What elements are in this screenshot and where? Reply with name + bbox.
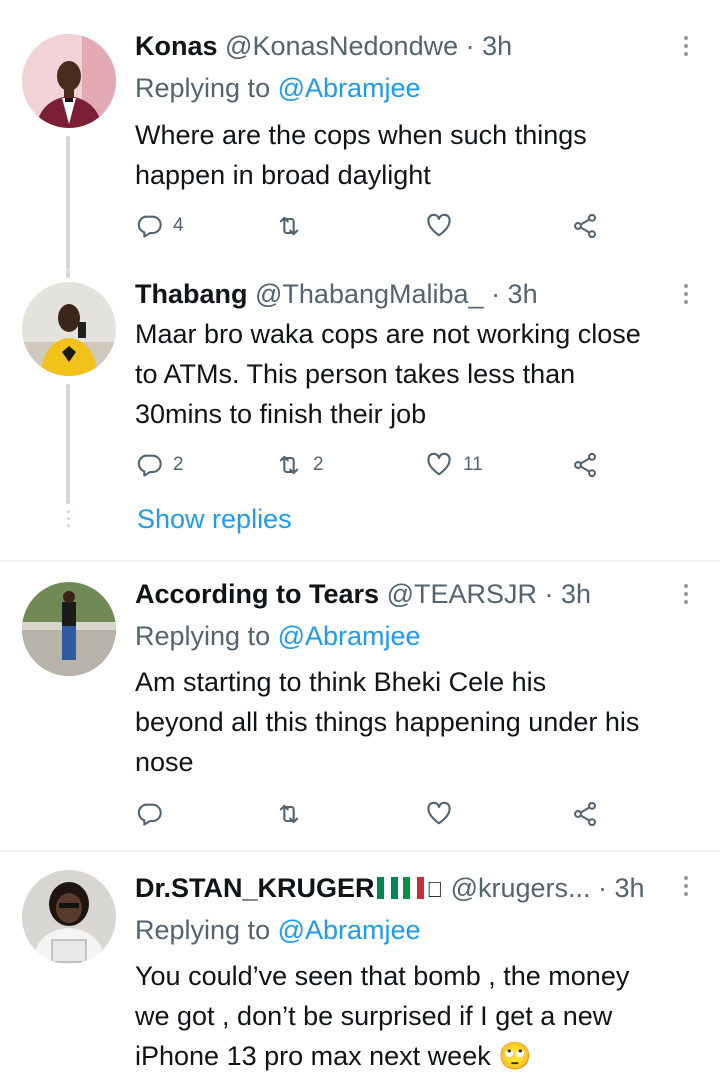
more-icon[interactable] xyxy=(676,284,696,308)
thread-dots xyxy=(67,510,70,531)
display-name[interactable]: Thabang xyxy=(135,279,248,309)
tweet-text-line: iPhone 13 pro max next week xyxy=(135,1041,491,1071)
retweet-button[interactable]: 2 xyxy=(275,445,324,485)
display-name[interactable]: Konas xyxy=(135,31,218,61)
replying-to: Replying to @Abramjee xyxy=(135,914,421,946)
share-button[interactable] xyxy=(571,206,599,246)
replying-to-label: Replying to xyxy=(135,73,278,103)
display-name[interactable]: Dr.STAN_KRUGER xyxy=(135,873,375,903)
tweet-thabang[interactable]: Thabang @ThabangMaliba_ · 3h Maar bro wa… xyxy=(0,270,720,562)
tweet-text-line-last: iPhone 13 pro max next week 🙄 xyxy=(135,1036,705,1076)
tweet-konas[interactable]: Konas @KonasNedondwe · 3h Replying to @A… xyxy=(0,0,720,270)
tweet-text-line: Am starting to think Bheki Cele his xyxy=(135,667,547,697)
heart-icon xyxy=(427,801,451,825)
reply-icon xyxy=(137,215,162,238)
more-icon[interactable] xyxy=(676,36,696,60)
avatar[interactable] xyxy=(22,282,116,376)
avatar-image xyxy=(22,282,116,376)
share-button[interactable] xyxy=(571,445,599,485)
tweet-tears[interactable]: According to Tears @TEARSJR · 3h Replyin… xyxy=(0,562,720,850)
tweet-text-line: 30mins to finish their job xyxy=(135,399,427,429)
retweet-icon xyxy=(279,455,299,475)
mention-link[interactable]: @Abramjee xyxy=(278,73,421,103)
avatar-image xyxy=(22,582,116,676)
retweet-count: 2 xyxy=(313,454,324,475)
avatar[interactable] xyxy=(22,582,116,676)
tweet-text-line: beyond all this things happening under h… xyxy=(135,707,640,737)
retweet-button[interactable] xyxy=(275,206,303,246)
reply-button[interactable]: 4 xyxy=(135,206,184,246)
share-icon xyxy=(574,213,596,239)
mention-link[interactable]: @Abramjee xyxy=(278,915,421,945)
tweet-actions xyxy=(135,794,615,834)
thread-line xyxy=(66,384,70,504)
display-name[interactable]: According to Tears xyxy=(135,579,379,609)
like-count: 11 xyxy=(463,454,483,475)
tweet-text-line: You could’ve seen that bomb , the money xyxy=(135,961,630,991)
tweet-text-line: nose xyxy=(135,747,194,777)
more-icon[interactable] xyxy=(676,584,696,608)
reply-icon xyxy=(137,454,162,477)
tweet-header: According to Tears @TEARSJR · 3h xyxy=(135,578,591,610)
tweet-text: Where are the cops when such things happ… xyxy=(135,115,705,195)
rolling-eyes-emoji: 🙄 xyxy=(498,1041,532,1071)
flag-icon xyxy=(376,874,399,899)
tweet-text-line: happen in broad daylight xyxy=(135,160,431,190)
heart-icon xyxy=(427,213,451,237)
reply-icon xyxy=(137,803,162,826)
tweet-actions: 2 2 11 xyxy=(135,445,615,485)
handle-time[interactable]: @ThabangMaliba_ · 3h xyxy=(255,279,538,309)
tweet-header: Dr.STAN_KRUGER  @krugers... · 3h xyxy=(135,872,645,906)
retweet-icon xyxy=(279,804,299,824)
avatar[interactable] xyxy=(22,34,116,128)
tweet-text-line: to ATMs. This person takes less than xyxy=(135,359,576,389)
tweet-text: Maar bro waka cops are not working close… xyxy=(135,314,705,434)
reply-count: 4 xyxy=(173,215,184,236)
tweet-header: Konas @KonasNedondwe · 3h xyxy=(135,30,512,62)
replying-to-label: Replying to xyxy=(135,621,278,651)
reply-button[interactable] xyxy=(135,794,163,834)
retweet-button[interactable] xyxy=(275,794,303,834)
avatar-image xyxy=(22,34,116,128)
tweet-text-line: Maar bro waka cops are not working close xyxy=(135,319,641,349)
show-replies-link[interactable]: Show replies xyxy=(137,504,292,535)
replying-to-label: Replying to xyxy=(135,915,278,945)
tweet-text: You could’ve seen that bomb , the money … xyxy=(135,956,705,1076)
like-button[interactable] xyxy=(425,794,453,834)
tweet-header: Thabang @ThabangMaliba_ · 3h xyxy=(135,278,538,310)
like-button[interactable]: 11 xyxy=(425,445,483,485)
more-icon[interactable] xyxy=(676,876,696,900)
replying-to: Replying to @Abramjee xyxy=(135,620,421,652)
flag-icon xyxy=(402,874,425,899)
tweet-stan-kruger[interactable]: Dr.STAN_KRUGER  @krugers... · 3h Replyin… xyxy=(0,852,720,1074)
reply-button[interactable]: 2 xyxy=(135,445,184,485)
share-button[interactable] xyxy=(571,794,599,834)
mention-link[interactable]: @Abramjee xyxy=(278,621,421,651)
tweet-actions: 4 xyxy=(135,206,615,246)
handle-time[interactable]: @KonasNedondwe · 3h xyxy=(225,31,512,61)
share-icon xyxy=(574,452,596,478)
replying-to: Replying to @Abramjee xyxy=(135,72,421,104)
retweet-icon xyxy=(279,216,299,236)
reply-count: 2 xyxy=(173,454,184,475)
handle-time[interactable]: @TEARSJR · 3h xyxy=(387,579,591,609)
thread-line xyxy=(66,136,70,270)
thread-line xyxy=(66,270,70,278)
share-icon xyxy=(574,801,596,827)
like-button[interactable] xyxy=(425,206,453,246)
avatar[interactable] xyxy=(22,870,116,964)
tweet-text-line: we got , don’t be surprised if I get a n… xyxy=(135,1001,613,1031)
handle-time[interactable]: @krugers... · 3h xyxy=(451,873,645,903)
apple-icon:  xyxy=(426,877,444,902)
heart-icon xyxy=(427,452,451,476)
tweet-text: Am starting to think Bheki Cele his beyo… xyxy=(135,662,705,782)
tweet-text-line: Where are the cops when such things xyxy=(135,120,587,150)
avatar-image xyxy=(22,870,116,964)
